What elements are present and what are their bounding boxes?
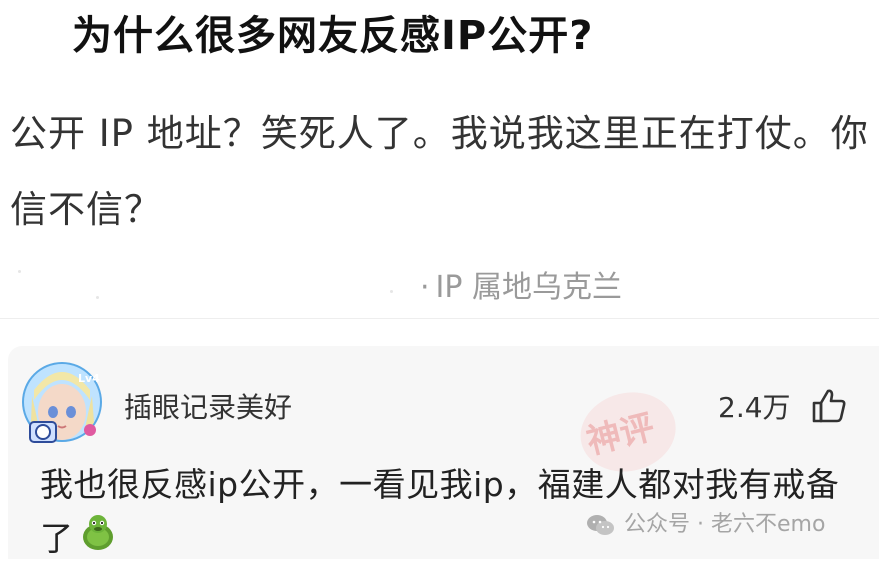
speck [390, 290, 393, 293]
avatar[interactable]: Lv4 [20, 360, 108, 448]
speck [18, 270, 21, 273]
turtle-emoji [78, 513, 118, 569]
username[interactable]: 插眼记录美好 [124, 388, 292, 428]
thumbs-up-icon[interactable] [808, 386, 848, 426]
wechat-icon [586, 513, 616, 537]
divider [0, 318, 879, 319]
headline: 为什么很多网友反感IP公开? [72, 13, 594, 59]
like-count: 2.4万 [718, 391, 791, 424]
ip-location-label: IP 属地乌克兰 [435, 270, 623, 305]
level-badge: Lv4 [78, 372, 100, 385]
speck [96, 296, 99, 299]
watermark: 公众号 · 老六不emo [586, 508, 825, 542]
ip-location: · IP 属地乌克兰 [420, 268, 622, 308]
watermark-text: 公众号 · 老六不emo [624, 512, 826, 537]
bullet-dot: · [420, 270, 430, 305]
post-text: 公开 IP 地址？笑死人了。我说我这里正在打仗。你信不信？ [10, 112, 869, 231]
